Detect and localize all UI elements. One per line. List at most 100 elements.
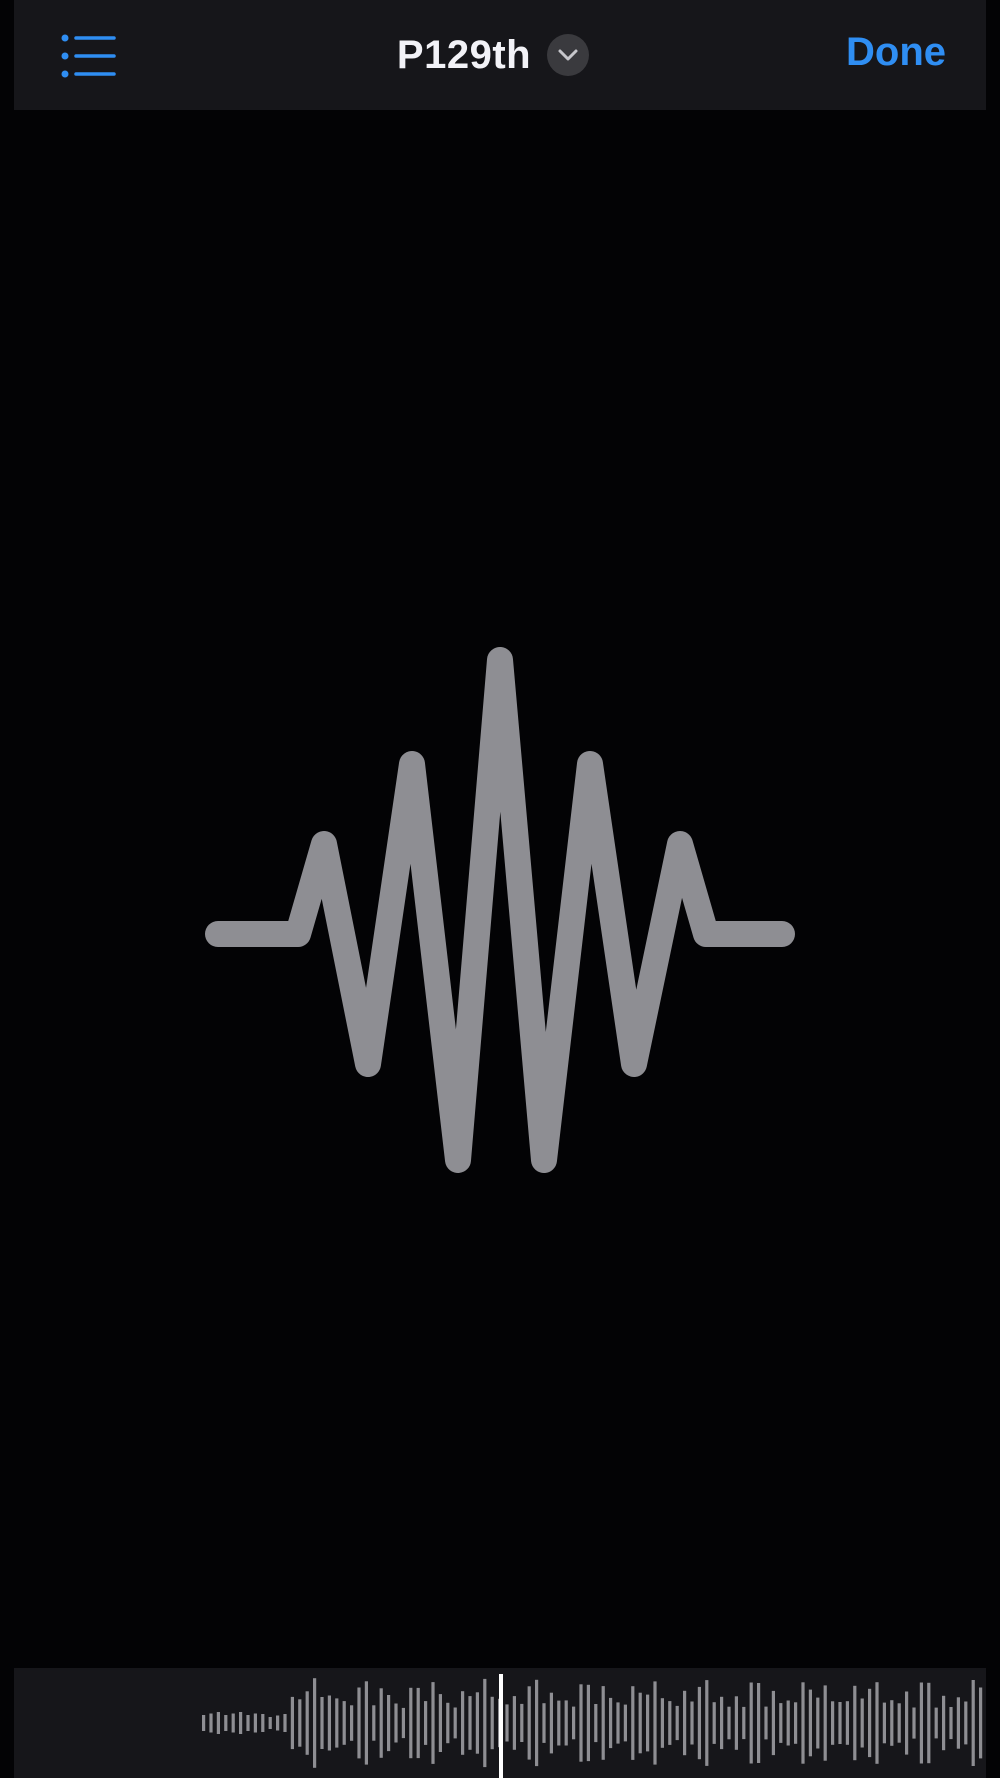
waveform-bar [675, 1705, 679, 1741]
waveform-bar [875, 1682, 879, 1764]
waveform-bar [579, 1684, 583, 1762]
waveform-bar [786, 1700, 790, 1746]
waveform-bar [564, 1700, 568, 1746]
waveform-bar [335, 1698, 339, 1748]
waveform-bar [660, 1698, 664, 1748]
waveform-bar [253, 1713, 257, 1733]
waveform-bar [853, 1685, 857, 1761]
waveform-bar [535, 1679, 539, 1767]
waveform-bar [261, 1714, 265, 1732]
waveform-bar [927, 1682, 931, 1764]
waveform-bar [668, 1701, 672, 1745]
scrubber-waveform [202, 1674, 983, 1778]
waveform-bar [971, 1680, 975, 1766]
waveform-bar [527, 1686, 531, 1760]
waveform-bar [653, 1681, 657, 1765]
chevron-down-icon [558, 49, 578, 61]
waveform-bar [520, 1703, 524, 1742]
waveform-bar [838, 1702, 842, 1744]
page-title: P129th [396, 32, 532, 77]
waveform-bar [890, 1700, 894, 1746]
waveform-bar [483, 1678, 487, 1768]
waveform-bar [327, 1695, 331, 1751]
waveform-bar [690, 1701, 694, 1745]
waveform-bar [209, 1713, 213, 1733]
waveform-bar [808, 1689, 812, 1757]
waveform-bar [364, 1681, 368, 1765]
done-button[interactable]: Done [846, 30, 946, 75]
waveform-bar [586, 1684, 590, 1762]
waveform-bar [831, 1701, 835, 1745]
waveform-bar [438, 1694, 442, 1752]
waveform-bar [224, 1715, 228, 1731]
waveform-bar [298, 1699, 302, 1747]
waveform-bar [912, 1707, 916, 1739]
waveform-bar [572, 1706, 576, 1740]
waveform-bar [860, 1698, 864, 1748]
waveform-bar [905, 1691, 909, 1755]
waveform-bar [468, 1696, 472, 1750]
waveform-bar [202, 1715, 206, 1731]
waveform-bar [416, 1687, 420, 1759]
waveform-bar [387, 1695, 391, 1752]
waveform-bar [409, 1687, 413, 1759]
waveform-bar [720, 1696, 724, 1750]
waveform-bar [350, 1705, 354, 1741]
waveform-bar [609, 1697, 613, 1749]
list-button[interactable] [50, 28, 120, 84]
waveform-bar [705, 1680, 709, 1766]
waveform-bar [801, 1682, 805, 1764]
waveform-bar [616, 1702, 620, 1744]
waveform-bar [934, 1707, 938, 1739]
waveform-bar [646, 1694, 650, 1752]
waveform-bar [490, 1696, 494, 1750]
waveform-bar [949, 1707, 953, 1740]
waveform-bar [594, 1704, 598, 1743]
waveform-icon [205, 647, 795, 1173]
waveform-bar [779, 1703, 783, 1743]
waveform-bar [601, 1686, 605, 1760]
waveform-bar [623, 1704, 627, 1742]
waveform-bar [868, 1688, 872, 1758]
waveform-scrubber[interactable] [14, 1668, 986, 1778]
list-bullet-icon [61, 34, 116, 78]
playhead[interactable] [499, 1674, 503, 1778]
title-chevron-button[interactable] [547, 34, 590, 76]
waveform-bar [549, 1692, 553, 1754]
waveform-bar [749, 1682, 753, 1764]
waveform-bar [446, 1702, 450, 1744]
waveform-bar [845, 1701, 849, 1745]
waveform-bar [683, 1690, 687, 1756]
waveform-bar [764, 1706, 768, 1740]
waveform-bar [727, 1706, 731, 1740]
screen: P129th Done [0, 0, 1000, 1778]
waveform-bar [216, 1712, 220, 1734]
waveform-bar [453, 1707, 457, 1739]
waveform-bar [379, 1688, 383, 1758]
waveform-bar [742, 1706, 746, 1740]
waveform-bar [512, 1696, 516, 1750]
waveform-bar [942, 1695, 946, 1751]
waveform-bar [897, 1703, 901, 1743]
waveform-bar [964, 1701, 968, 1745]
waveform-bar [239, 1712, 243, 1734]
waveform-bar [401, 1707, 405, 1739]
waveform-bar [631, 1686, 635, 1760]
waveform-bar [246, 1715, 250, 1731]
waveform-bar [342, 1701, 346, 1745]
waveform-bar [771, 1690, 775, 1756]
waveform-bar [542, 1703, 546, 1743]
waveform-bar [424, 1701, 428, 1745]
waveform-bar [816, 1697, 820, 1749]
waveform-bar [394, 1703, 398, 1743]
waveform-bar [276, 1715, 280, 1731]
waveform-bar [712, 1702, 716, 1744]
waveform-bar [372, 1705, 376, 1741]
waveform-bar [823, 1685, 827, 1761]
waveform-bar [919, 1682, 923, 1764]
waveform-bar [283, 1714, 287, 1732]
waveform-bar [638, 1692, 642, 1754]
waveform-bar [956, 1697, 960, 1749]
title-menu[interactable]: P129th [396, 32, 590, 78]
waveform-bar [794, 1702, 798, 1744]
